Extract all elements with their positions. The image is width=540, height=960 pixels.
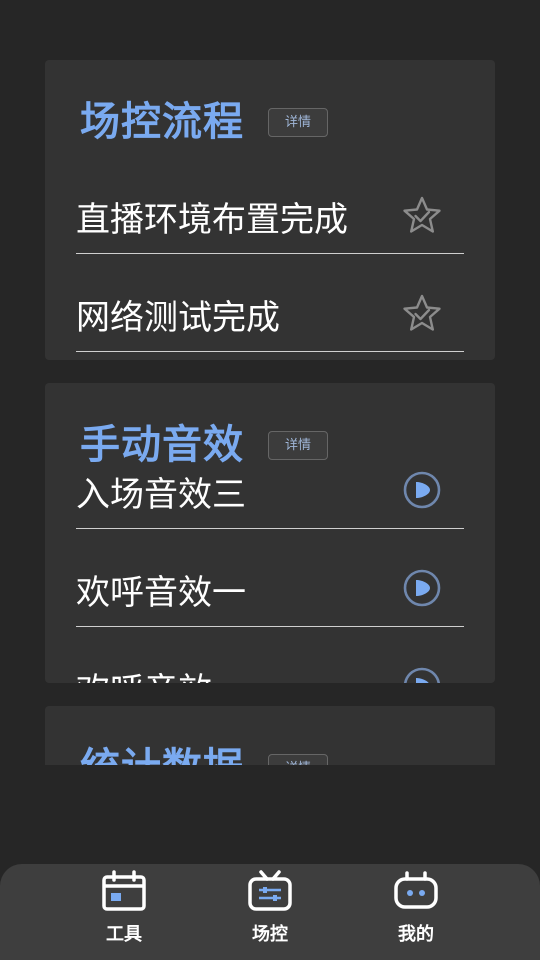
tab-label: 工具 [106,924,142,945]
tv-control-icon [248,870,292,911]
stats-detail-button[interactable]: 详情 [268,753,328,765]
item-label: 网络测试完成 [76,298,280,338]
sound-card-title: 手动音效 [80,422,244,468]
tab-label: 场控 [252,924,288,945]
star-check-icon[interactable] [402,195,442,235]
calendar-icon [102,870,146,911]
item-label: 入场音效三 [76,475,246,515]
flow-card: 场控流程 详情 直播环境布置完成 网络测试完成 [45,60,495,360]
play-icon[interactable] [402,666,442,683]
app-screen: 场控流程 详情 直播环境布置完成 网络测试完成 入场音效三 欢呼音效一 手动音效… [0,0,540,960]
item-label: 欢呼音效 [76,670,212,683]
list-item[interactable]: 直播环境布置完成 [76,156,464,254]
scroll-content[interactable]: 场控流程 详情 直播环境布置完成 网络测试完成 入场音效三 欢呼音效一 手动音效… [0,0,540,765]
item-label: 欢呼音效一 [76,573,246,613]
sound-card-header: 手动音效 详情 [80,421,328,469]
sound-card: 入场音效三 欢呼音效一 欢呼音效 [45,383,495,683]
tab-profile[interactable]: 我的 [376,870,456,954]
play-icon[interactable] [402,568,442,608]
flow-card-title: 场控流程 [80,99,244,145]
robot-face-icon [394,871,438,909]
tab-tools[interactable]: 工具 [84,870,164,954]
play-icon[interactable] [402,470,442,510]
list-item[interactable]: 网络测试完成 [76,254,464,352]
stats-card: 统计数据 详情 [45,706,495,765]
tab-label: 我的 [398,924,434,945]
list-item[interactable]: 欢呼音效 [76,627,464,683]
flow-detail-button[interactable]: 详情 [268,107,328,137]
sound-detail-button[interactable]: 详情 [268,430,328,460]
stats-card-title: 统计数据 [80,744,244,765]
bottom-tab-bar: 工具 场控 我的 [0,864,540,960]
stats-card-header: 统计数据 详情 [80,744,328,765]
star-check-icon[interactable] [402,293,442,333]
item-label: 直播环境布置完成 [76,200,348,240]
list-item[interactable]: 欢呼音效一 [76,529,464,627]
flow-card-header: 场控流程 详情 [80,98,328,146]
tab-control[interactable]: 场控 [230,870,310,954]
